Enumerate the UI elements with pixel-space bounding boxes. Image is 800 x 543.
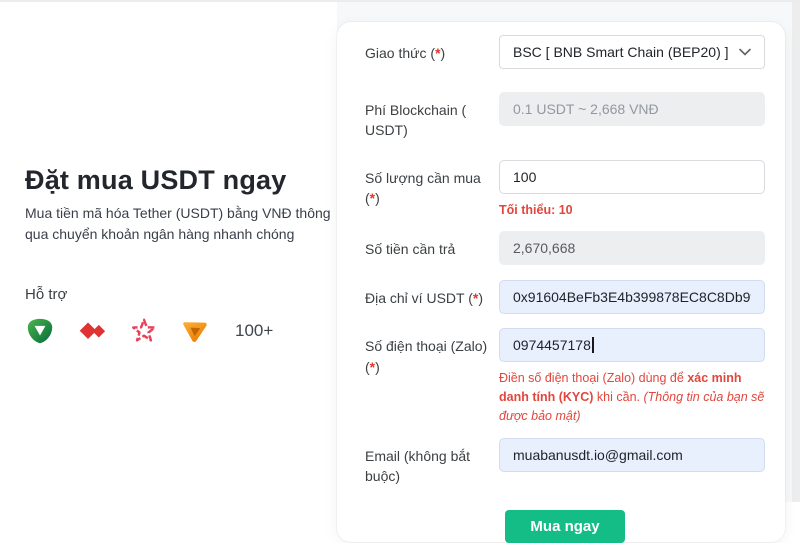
- min-amount-hint: Tối thiểu: 10: [499, 202, 573, 217]
- amount-row: Số lượng cần mua (*) Tối thiểu: 10: [365, 159, 765, 220]
- intro-section: Đặt mua USDT ngay Mua tiền mã hóa Tether…: [25, 164, 333, 346]
- wallet-address-row: Địa chỉ ví USDT (*): [365, 280, 765, 315]
- chevron-down-icon: [739, 48, 751, 56]
- protocol-selected-value: BSC [ BNB Smart Chain (BEP20) ]: [513, 44, 729, 60]
- phone-value: 0974457178: [513, 337, 591, 354]
- wallet-address-label: Địa chỉ ví USDT (*): [365, 290, 484, 307]
- text-cursor: [591, 337, 594, 354]
- fee-field: 0.1 USDT ~ 2,668 VNĐ: [499, 92, 765, 126]
- support-count: 100+: [235, 320, 274, 340]
- phone-row: Số điện thoại (Zalo) (*) 0974457178 Điền…: [365, 328, 765, 425]
- total-label: Số tiền cần trả: [365, 241, 456, 258]
- support-label: Hỗ trợ: [25, 285, 68, 303]
- total-row: Số tiền cần trả 2,670,668: [365, 231, 765, 266]
- phone-label: Số điện thoại (Zalo) (*): [365, 338, 488, 375]
- protocol-row: Giao thức (*) BSC [ BNB Smart Chain (BEP…: [365, 35, 765, 69]
- scrollbar[interactable]: [792, 2, 800, 502]
- purchase-form-card: Giao thức (*) BSC [ BNB Smart Chain (BEP…: [337, 22, 785, 543]
- page-subtitle: Mua tiền mã hóa Tether (USDT) bằng VNĐ t…: [25, 205, 331, 242]
- fee-label: Phí Blockchain ( USDT): [365, 102, 467, 139]
- red-star-bank-icon: [129, 316, 159, 346]
- page-title: Đặt mua USDT ngay: [25, 165, 287, 195]
- buy-now-button[interactable]: Mua ngay: [505, 510, 625, 543]
- protocol-select[interactable]: BSC [ BNB Smart Chain (BEP20) ]: [499, 35, 765, 69]
- protocol-label: Giao thức (*): [365, 45, 446, 61]
- wallet-address-input[interactable]: [499, 280, 765, 315]
- total-field: 2,670,668: [499, 231, 765, 266]
- vietcombank-shield-icon: [25, 316, 55, 346]
- phone-input[interactable]: 0974457178: [499, 328, 765, 363]
- amount-input[interactable]: [499, 159, 765, 194]
- supported-banks-row: 100+: [25, 316, 333, 346]
- phone-kyc-hint: Điền số điện thoại (Zalo) dùng để xác mi…: [499, 371, 765, 423]
- red-diamonds-bank-icon: [76, 316, 108, 346]
- email-input[interactable]: [499, 437, 765, 472]
- orange-triangle-bank-icon: [180, 316, 210, 346]
- amount-label: Số lượng cần mua (*): [365, 169, 481, 206]
- email-label: Email (không bắt buộc): [365, 447, 471, 484]
- fee-row: Phí Blockchain ( USDT) 0.1 USDT ~ 2,668 …: [365, 92, 765, 141]
- email-row: Email (không bắt buộc): [365, 437, 765, 487]
